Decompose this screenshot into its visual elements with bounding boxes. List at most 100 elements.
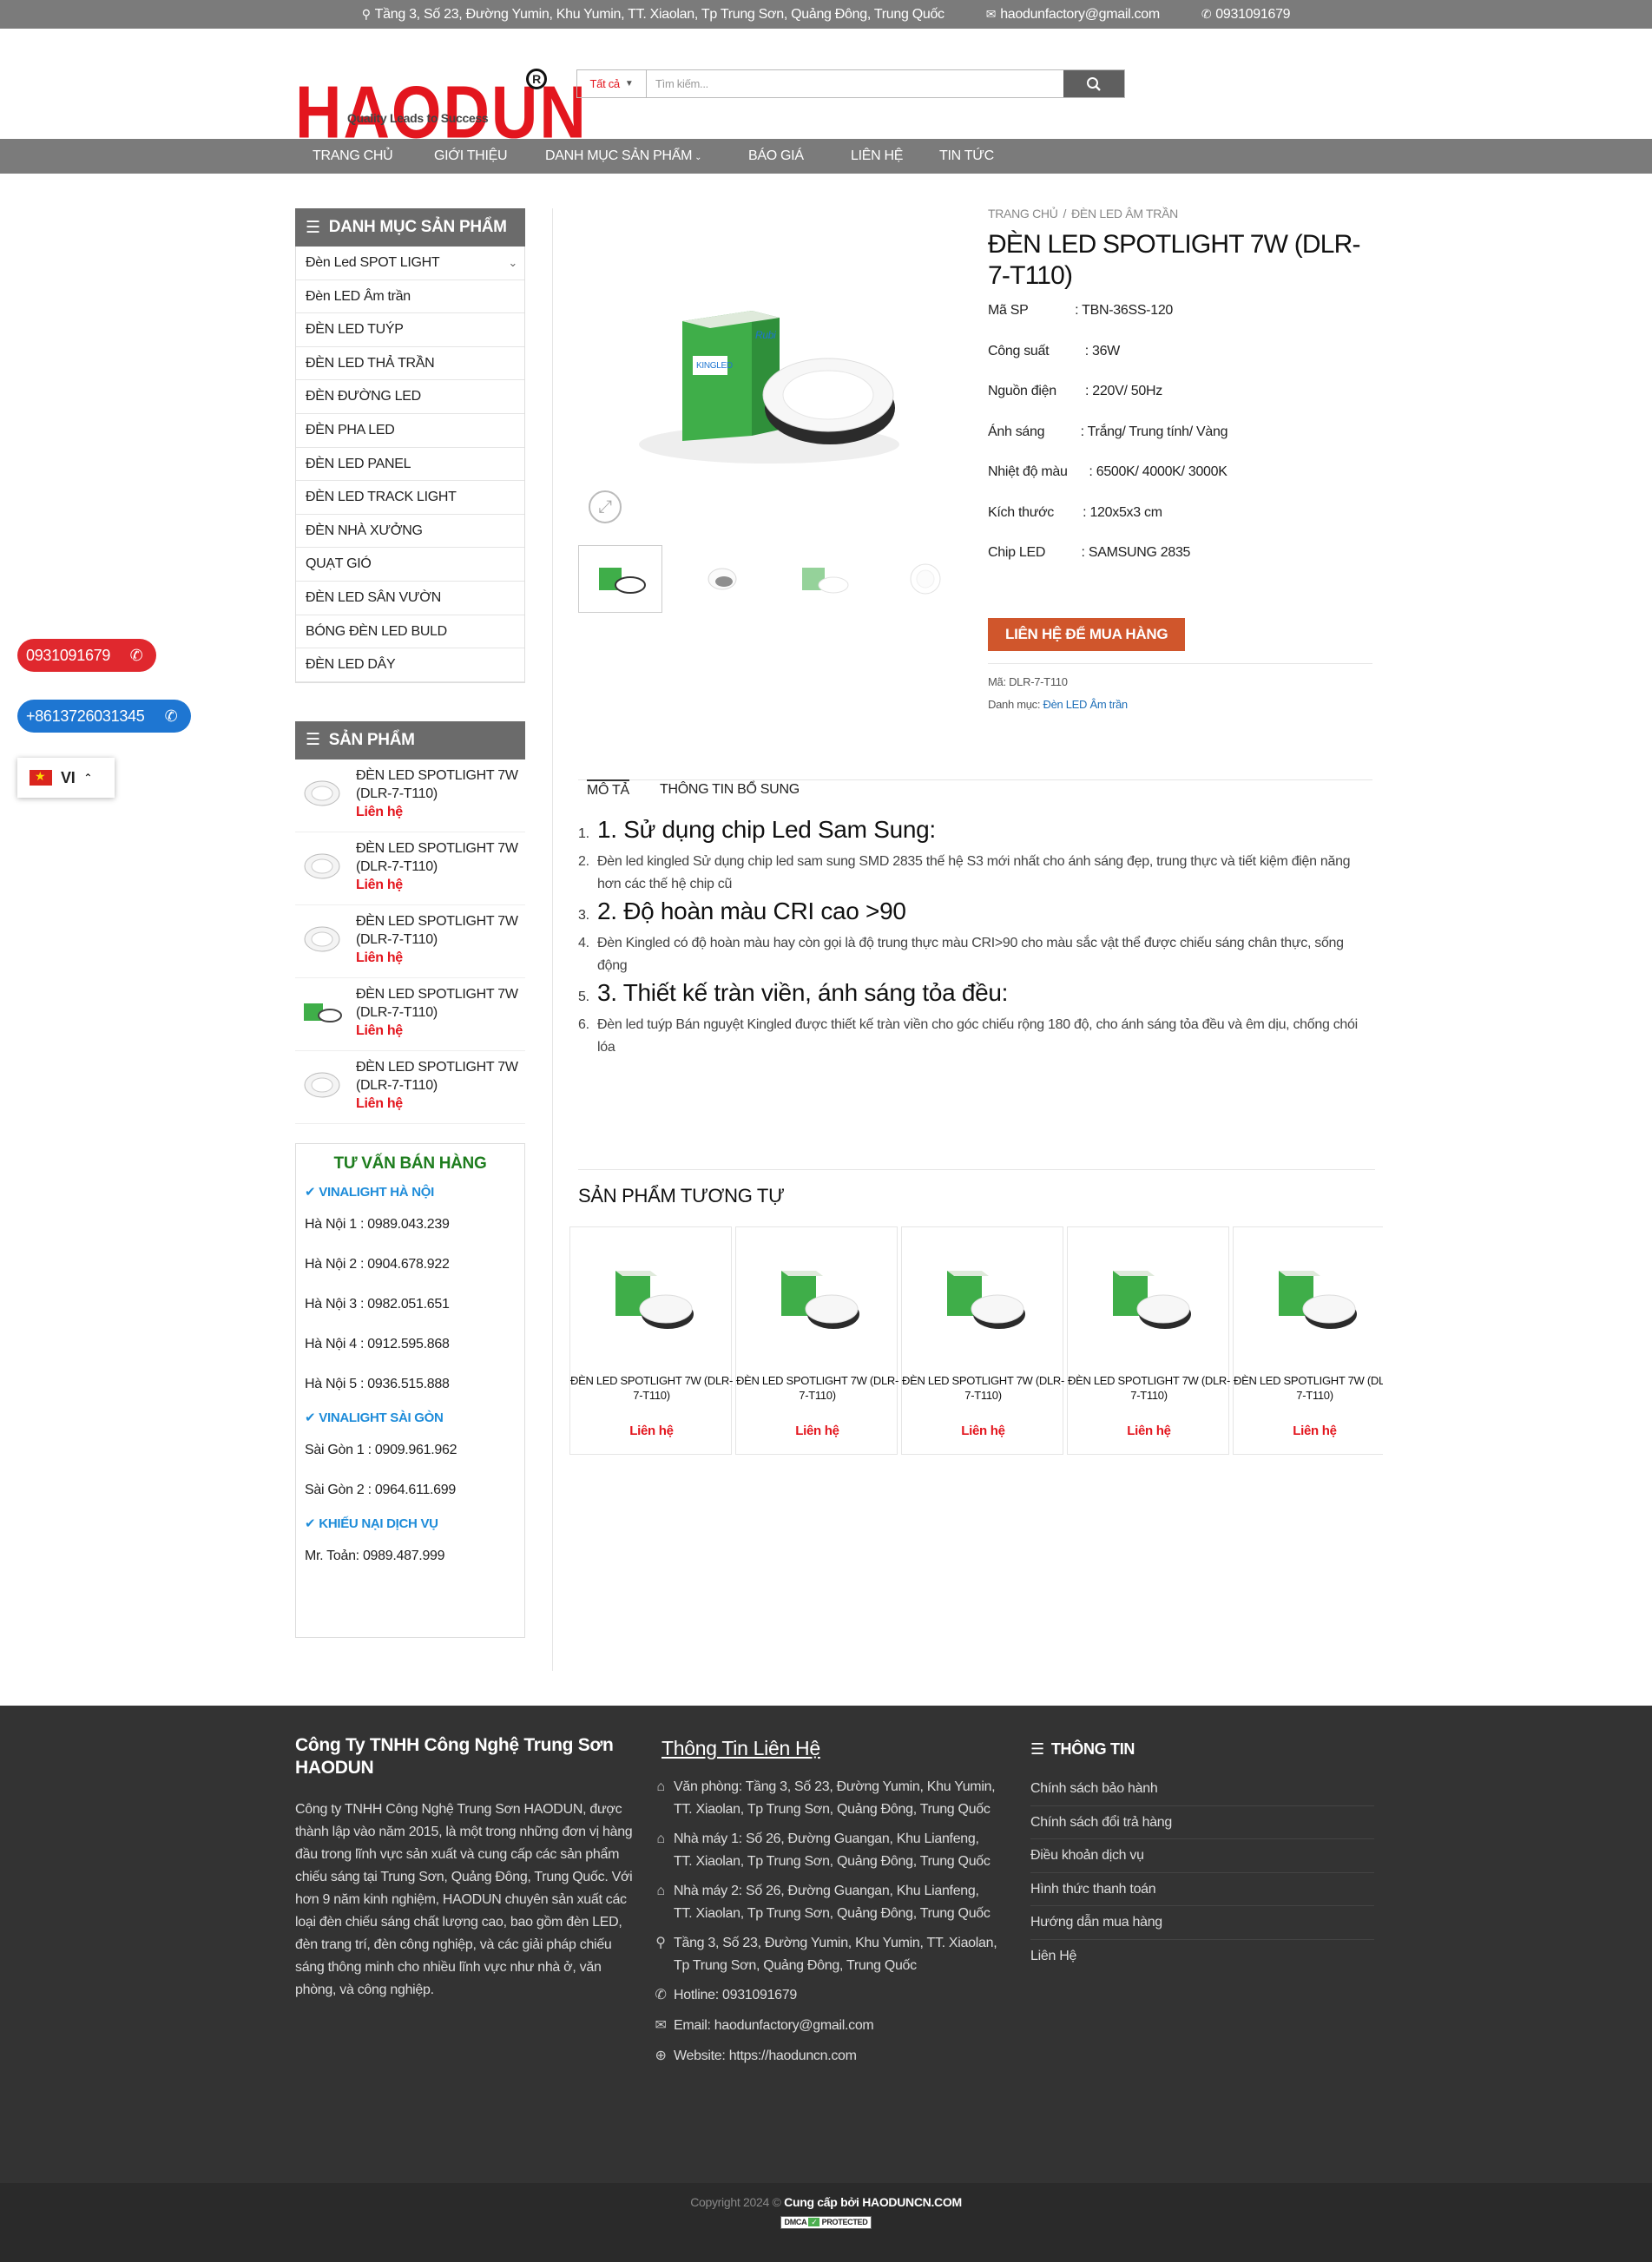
category-item[interactable]: ĐÈN LED TRACK LIGHT [296,481,524,515]
consult-phone[interactable]: Sài Gòn 1 : 0909.961.962 [305,1437,516,1477]
top-phone[interactable]: ✆ 0931091679 [1201,7,1291,23]
category-item[interactable]: QUẠT GIÓ [296,548,524,582]
footer-contact-line[interactable]: ✆ Hotline: 0931091679 [653,1984,1000,2007]
consult-phone[interactable]: Hà Nội 4 : 0912.595.868 [305,1332,516,1371]
gallery-thumb[interactable] [680,545,764,613]
provider-link[interactable]: Cung cấp bởi HAODUNCN.COM [784,2195,962,2209]
tab-description[interactable]: MÔ TẢ [587,779,629,799]
search-input[interactable]: Tìm kiếm... [647,70,1063,97]
footer-about: Công Ty TNHH Công Nghệ Trung Sơn HAODUN … [295,1734,639,2002]
sidebar-product-item[interactable]: ĐÈN LED SPOTLIGHT 7W (DLR-7-T110) Liên hệ [295,905,525,978]
gallery-thumb[interactable] [578,545,662,613]
consult-phone[interactable]: Hà Nội 3 : 0982.051.651 [305,1292,516,1332]
nav-contact[interactable]: LIÊN HỆ [851,139,903,174]
product-name[interactable]: ĐÈN LED SPOTLIGHT 7W (DLR-7-T110) [356,766,521,803]
language-switcher[interactable]: VI ⌃ [17,758,115,798]
footer-info: ☰ THÔNG TIN Chính sách bảo hành Chính sác… [1030,1740,1374,1973]
similar-product-card[interactable]: ĐÈN LED SPOTLIGHT 7W (DLR-7-T110) Liên h… [1233,1226,1383,1455]
similar-product-price: Liên hệ [795,1424,839,1438]
search-category-select[interactable]: Tất cả ▼ [577,70,647,97]
footer-link[interactable]: Liên Hệ [1030,1940,1374,1974]
similar-product-card[interactable]: ĐÈN LED SPOTLIGHT 7W (DLR-7-T110) Liên h… [735,1226,898,1455]
floating-phone-1[interactable]: 0931091679 ✆ [17,639,156,672]
dmca-badge[interactable]: DMCA ✓ PROTECTED [780,2216,872,2229]
sidebar-product-item[interactable]: ĐÈN LED SPOTLIGHT 7W (DLR-7-T110) Liên hệ [295,759,525,832]
footer-contact-line[interactable]: ✉ Email: haodunfactory@gmail.com [653,2015,1000,2037]
gallery-thumb[interactable] [781,545,865,613]
category-item[interactable]: ĐÈN LED DÂY [296,648,524,682]
footer-contact-line[interactable]: ⊕ Website: https://haoduncn.com [653,2045,1000,2068]
similar-product-image[interactable] [570,1253,733,1349]
product-thumbnail[interactable] [295,912,349,966]
consult-phone[interactable]: Hà Nội 2 : 0904.678.922 [305,1252,516,1292]
similar-product-name[interactable]: ĐÈN LED SPOTLIGHT 7W (DLR-7-T110) [1234,1373,1383,1403]
category-item[interactable]: ĐÈN LED TUÝP [296,313,524,347]
consult-phone[interactable]: Hà Nội 5 : 0936.515.888 [305,1371,516,1411]
product-main-image[interactable]: KINGLED Rubi [578,208,958,529]
logo[interactable]: HAODUN R [295,44,586,149]
category-item[interactable]: ĐÈN LED SÂN VƯỜN [296,582,524,615]
nav-news[interactable]: TIN TỨC [939,139,994,174]
similar-product-image[interactable] [1234,1253,1383,1349]
product-name[interactable]: ĐÈN LED SPOTLIGHT 7W (DLR-7-T110) [356,1058,521,1095]
similar-product-image[interactable] [736,1253,898,1349]
breadcrumb-home[interactable]: TRANG CHỦ [988,207,1058,220]
category-item[interactable]: BÓNG ĐÈN LED BULD [296,615,524,649]
nav-home[interactable]: TRANG CHỦ [313,139,393,174]
categories-title: DANH MỤC SẢN PHẨM [328,218,507,236]
similar-product-image[interactable] [1068,1253,1230,1349]
footer-link[interactable]: Hướng dẫn mua hàng [1030,1906,1374,1940]
consult-phone[interactable]: Hà Nội 1 : 0989.043.239 [305,1212,516,1252]
nav-pricing[interactable]: BÁO GIÁ [748,139,804,174]
sidebar-product-item[interactable]: ĐÈN LED SPOTLIGHT 7W (DLR-7-T110) Liên hệ [295,978,525,1051]
category-item[interactable]: ĐÈN NHÀ XƯỞNG [296,515,524,549]
category-item[interactable]: ĐÈN ĐƯỜNG LED [296,380,524,414]
zoom-button[interactable]: ⤢ [589,490,622,523]
footer-link[interactable]: Chính sách đổi trả hàng [1030,1806,1374,1839]
category-item[interactable]: ĐÈN PHA LED [296,414,524,448]
category-item[interactable]: ĐÈN LED PANEL [296,448,524,482]
footer-link[interactable]: Chính sách bảo hành [1030,1772,1374,1806]
category-link[interactable]: Đèn LED Âm trần [1043,698,1128,711]
nav-about[interactable]: GIỚI THIỆU [434,139,508,174]
search-category-value: Tất cả [589,77,621,90]
breadcrumb-category[interactable]: ĐÈN LED ÂM TRẦN [1071,207,1178,220]
consult-phone[interactable]: Mr. Toản: 0989.487.999 [305,1543,516,1583]
product-thumbnail[interactable] [295,766,349,820]
sidebar-product-item[interactable]: ĐÈN LED SPOTLIGHT 7W (DLR-7-T110) Liên hệ [295,832,525,905]
search-button[interactable] [1063,70,1124,97]
category-item-spotlight[interactable]: Đèn Led SPOT LIGHT ⌄ [296,247,524,280]
similar-product-card[interactable]: ĐÈN LED SPOTLIGHT 7W (DLR-7-T110) Liên h… [901,1226,1064,1455]
top-email[interactable]: ✉ haodunfactory@gmail.com [986,7,1160,23]
footer-link[interactable]: Hình thức thanh toán [1030,1873,1374,1906]
list-number: 2. [578,854,589,869]
gallery-thumb[interactable] [883,545,967,613]
product-name[interactable]: ĐÈN LED SPOTLIGHT 7W (DLR-7-T110) [356,839,521,876]
heading-text: 2. Độ hoàn màu CRI cao >90 [597,898,906,924]
footer-link[interactable]: Điều khoản dịch vụ [1030,1839,1374,1873]
category-item[interactable]: Đèn LED Âm trần [296,280,524,314]
product-thumbnail[interactable] [295,839,349,893]
product-thumbnail[interactable] [295,1058,349,1112]
product-name[interactable]: ĐÈN LED SPOTLIGHT 7W (DLR-7-T110) [356,912,521,949]
contact-to-buy-button[interactable]: LIÊN HỆ ĐỂ MUA HÀNG [988,617,1186,651]
nav-categories[interactable]: DANH MỤC SẢN PHẨM ⌄ [545,139,702,174]
similar-product-card[interactable]: ĐÈN LED SPOTLIGHT 7W (DLR-7-T110) Liên h… [1067,1226,1230,1455]
floating-phone-2[interactable]: +8613726031345 ✆ [17,700,191,733]
similar-product-name[interactable]: ĐÈN LED SPOTLIGHT 7W (DLR-7-T110) [570,1373,733,1403]
product-thumbnail[interactable] [295,985,349,1039]
similar-product-card[interactable]: ĐÈN LED SPOTLIGHT 7W (DLR-7-T110) Liên h… [569,1226,733,1455]
similar-product-name[interactable]: ĐÈN LED SPOTLIGHT 7W (DLR-7-T110) [902,1373,1064,1403]
similar-product-name[interactable]: ĐÈN LED SPOTLIGHT 7W (DLR-7-T110) [736,1373,898,1403]
category-item[interactable]: ĐÈN LED THẢ TRẦN [296,347,524,381]
chevron-down-icon[interactable]: ⌄ [508,247,517,279]
tab-additional-info[interactable]: THÔNG TIN BỔ SUNG [660,782,800,798]
similar-product-image[interactable] [902,1253,1064,1349]
product-name[interactable]: ĐÈN LED SPOTLIGHT 7W (DLR-7-T110) [356,985,521,1022]
consult-phone[interactable]: Sài Gòn 2 : 0964.611.699 [305,1477,516,1517]
product-gallery: KINGLED Rubi ⤢ [578,208,958,616]
sidebar-product-item[interactable]: ĐÈN LED SPOTLIGHT 7W (DLR-7-T110) Liên hệ [295,1051,525,1124]
similar-product-name[interactable]: ĐÈN LED SPOTLIGHT 7W (DLR-7-T110) [1068,1373,1230,1403]
product-meta: Mã: DLR-7-T110 Danh mục: Đèn LED Âm trần [988,671,1379,716]
consult-group-complaint: ✔ KHIẾU NẠI DỊCH VỤ [305,1516,516,1543]
